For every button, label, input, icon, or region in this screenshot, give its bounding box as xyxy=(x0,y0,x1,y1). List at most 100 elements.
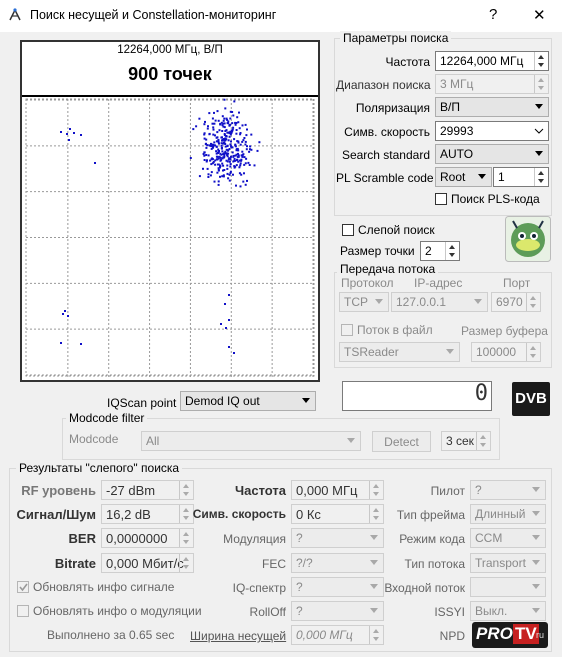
constellation-point xyxy=(224,107,227,110)
constellation-point xyxy=(241,124,244,127)
constellation-point xyxy=(224,303,226,305)
watermark-tv: TV xyxy=(513,624,539,644)
issyi-select[interactable]: Выкл. xyxy=(470,601,546,621)
res-sr-value: 0 Кс xyxy=(296,507,321,522)
constellation-point xyxy=(237,121,240,124)
freq-input[interactable]: 12264,000 МГц xyxy=(435,51,549,71)
snr-input[interactable]: 16,2 dB xyxy=(101,504,194,524)
constellation-point xyxy=(189,157,192,159)
watermark-ru: ru xyxy=(536,630,545,640)
freq-spinner[interactable] xyxy=(534,52,548,70)
dot-size-input[interactable]: 2 xyxy=(420,241,460,261)
buffer-input[interactable]: 100000 xyxy=(471,342,541,362)
constellation-point xyxy=(198,117,201,120)
bitrate-value: 0,000 Мбит/с xyxy=(106,556,184,571)
constellation-point xyxy=(248,150,251,153)
constellation-point xyxy=(246,128,248,131)
rf-spinner[interactable] xyxy=(179,481,193,499)
constellation-point xyxy=(217,183,220,186)
mod-select[interactable]: ? xyxy=(291,528,384,548)
fec-label: FEC xyxy=(262,557,286,571)
chevron-down-icon xyxy=(446,349,454,354)
constellation-point xyxy=(239,185,242,188)
constellation-point xyxy=(212,133,215,136)
chevron-down-icon xyxy=(534,128,544,134)
rolloff-select[interactable]: ? xyxy=(291,601,384,621)
sr-combo[interactable]: 29993 xyxy=(435,121,549,141)
bitrate-spinner[interactable] xyxy=(179,554,193,572)
stype-value: Transport xyxy=(475,556,526,570)
pls-spinner[interactable] xyxy=(534,168,548,186)
constellation-point xyxy=(232,126,235,129)
modcode-select[interactable]: All xyxy=(141,431,361,451)
close-button[interactable]: ✕ xyxy=(533,6,546,24)
ber-spinner[interactable] xyxy=(179,529,193,547)
constellation-point xyxy=(231,151,234,154)
std-value: AUTO xyxy=(440,147,474,161)
bw-link[interactable]: Ширина несущей xyxy=(190,629,286,643)
range-label: Диапазон поиска xyxy=(336,78,431,92)
pls-code-input[interactable]: 1 xyxy=(493,167,549,187)
constellation-point xyxy=(223,156,226,159)
pls-mode-value: Root xyxy=(440,170,466,184)
proto-value: TCP xyxy=(344,295,368,309)
rf-input[interactable]: -27 dBm xyxy=(101,480,194,500)
timeout-input[interactable]: 3 сек xyxy=(441,431,491,451)
bw-input[interactable]: 0,000 МГц xyxy=(291,625,384,645)
fec-select[interactable]: ?/? xyxy=(291,553,384,573)
upd-mod-checkbox[interactable] xyxy=(17,605,29,617)
timeout-spinner[interactable] xyxy=(476,432,490,450)
pls-mode-select[interactable]: Root xyxy=(435,167,492,187)
pol-select[interactable]: В/П xyxy=(435,97,549,117)
range-spinner[interactable] xyxy=(534,75,548,93)
detect-button[interactable]: Detect xyxy=(372,431,431,452)
constellation-point xyxy=(232,160,235,163)
blind-search-checkbox[interactable] xyxy=(342,224,354,236)
constellation-point xyxy=(219,122,222,125)
constellation-point xyxy=(244,140,247,143)
ip-select[interactable]: 127.0.0.1 xyxy=(391,292,488,312)
constellation-point xyxy=(244,143,247,146)
iq-select[interactable]: ? xyxy=(291,577,384,597)
issyi-label: ISSYI xyxy=(434,605,465,619)
buffer-spinner[interactable] xyxy=(526,343,540,361)
proto-select[interactable]: TCP xyxy=(339,292,389,312)
reader-select[interactable]: TSReader xyxy=(339,342,460,362)
res-sr-input[interactable]: 0 Кс xyxy=(291,504,384,524)
code-select[interactable]: CCM xyxy=(470,528,546,548)
upd-mod-label: Обновлять инфо о модуляции xyxy=(33,604,202,618)
ip-label: IP-адрес xyxy=(414,276,463,290)
bitrate-input[interactable]: 0,000 Мбит/с xyxy=(101,553,194,573)
port-spinner[interactable] xyxy=(526,293,540,311)
ber-input[interactable]: 0,0000000 xyxy=(101,528,194,548)
constellation-point xyxy=(218,142,220,145)
constellation-point xyxy=(238,127,241,130)
pls-search-checkbox[interactable] xyxy=(435,193,447,205)
constellation-point xyxy=(215,145,218,148)
pol-value: В/П xyxy=(440,100,460,114)
res-freq-input[interactable]: 0,000 МГц xyxy=(291,480,384,500)
constellation-point xyxy=(245,148,248,151)
port-input[interactable]: 6970 xyxy=(491,292,541,312)
constellation-point xyxy=(227,131,230,134)
sr-value: 29993 xyxy=(440,124,474,138)
constellation-point xyxy=(233,157,236,160)
pilot-select[interactable]: ? xyxy=(470,480,546,500)
input-select[interactable] xyxy=(470,577,546,597)
stype-select[interactable]: Transport xyxy=(470,553,546,573)
rolloff-value: ? xyxy=(296,604,303,618)
frame-select[interactable]: Длинный xyxy=(470,504,546,524)
constellation-point xyxy=(241,150,244,153)
constellation-point xyxy=(219,165,222,168)
bw-value: 0,000 МГц xyxy=(296,628,353,642)
constellation-point xyxy=(238,166,241,169)
dot-size-spinner[interactable] xyxy=(445,242,459,260)
help-button[interactable]: ? xyxy=(489,6,497,23)
std-select[interactable]: AUTO xyxy=(435,144,549,164)
chevron-down-icon xyxy=(370,535,378,540)
stream-file-checkbox[interactable] xyxy=(341,324,353,336)
range-input[interactable]: 3 МГц xyxy=(435,74,549,94)
constellation-point xyxy=(215,136,218,139)
iqscan-select[interactable]: Demod IQ out xyxy=(180,391,316,411)
constellation-point xyxy=(231,146,234,149)
